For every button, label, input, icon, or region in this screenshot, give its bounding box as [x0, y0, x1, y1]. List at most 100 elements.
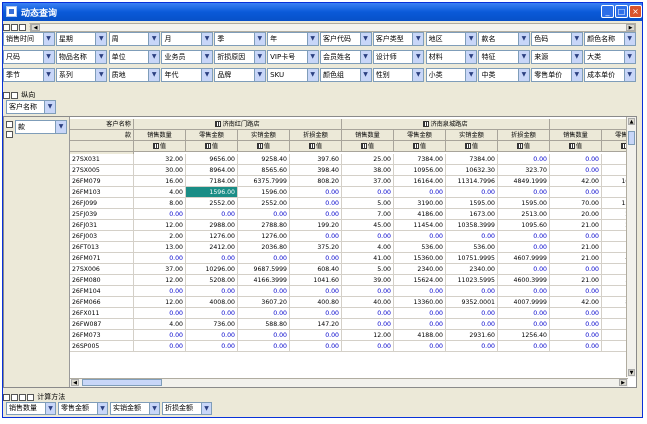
- data-cell[interactable]: 5.00: [342, 264, 394, 275]
- data-cell[interactable]: 1095.60: [498, 220, 550, 231]
- row-header[interactable]: 26FM066: [70, 297, 134, 308]
- data-cell[interactable]: 0.00: [498, 187, 550, 198]
- data-cell[interactable]: 4.00: [342, 242, 394, 253]
- data-cell[interactable]: 0.00: [498, 341, 550, 352]
- data-cell[interactable]: 20.00: [550, 209, 602, 220]
- data-cell[interactable]: 1596.00: [238, 187, 290, 198]
- data-cell[interactable]: 42.00: [550, 297, 602, 308]
- row-header[interactable]: 27SX006: [70, 264, 134, 275]
- filter-select[interactable]: 质地 ▼: [108, 68, 161, 82]
- filter-select[interactable]: 季 ▼: [214, 32, 266, 46]
- data-cell[interactable]: 1041.60: [290, 275, 342, 286]
- filter-select[interactable]: 尺码 ▼: [3, 50, 55, 64]
- row-header[interactable]: 26FM079: [70, 176, 134, 187]
- data-cell[interactable]: 0.00: [550, 264, 602, 275]
- scroll-left-icon[interactable]: ◀: [31, 24, 40, 31]
- expand-icon[interactable]: [11, 393, 18, 401]
- expand-icon[interactable]: [11, 91, 18, 99]
- data-cell[interactable]: 21.00: [550, 253, 602, 264]
- scroll-right-icon[interactable]: ▶: [626, 24, 635, 31]
- filter-select[interactable]: 大类 ▼: [584, 50, 636, 64]
- data-cell[interactable]: 0.00: [238, 253, 290, 264]
- filter-select[interactable]: 性别 ▼: [372, 68, 425, 82]
- range-scrollbar[interactable]: [30, 23, 636, 32]
- barcode-icon[interactable]: [204, 143, 211, 149]
- scroll-left-icon[interactable]: ◀: [71, 379, 79, 386]
- data-cell[interactable]: 3190.00: [394, 198, 446, 209]
- data-cell[interactable]: 0.00: [550, 341, 602, 352]
- expand-icon[interactable]: [11, 23, 18, 31]
- data-cell[interactable]: 16.00: [134, 176, 186, 187]
- barcode-icon[interactable]: [308, 143, 315, 149]
- data-cell[interactable]: 21.00: [550, 242, 602, 253]
- data-cell[interactable]: 0.00: [394, 231, 446, 242]
- data-cell[interactable]: 2931.60: [446, 330, 498, 341]
- data-cell[interactable]: 9687.5999: [238, 264, 290, 275]
- row-header[interactable]: 26FM103: [70, 187, 134, 198]
- data-cell[interactable]: 4186.00: [394, 209, 446, 220]
- data-cell[interactable]: 4.00: [134, 319, 186, 330]
- collapse-icon[interactable]: [3, 393, 10, 401]
- data-cell[interactable]: 4849.1999: [498, 176, 550, 187]
- row-header[interactable]: 26FJ099: [70, 198, 134, 209]
- calc-method-select[interactable]: 零售金额 ▼: [58, 402, 108, 415]
- data-cell[interactable]: 0.00: [186, 286, 238, 297]
- data-cell[interactable]: 0.00: [134, 341, 186, 352]
- data-cell[interactable]: 0.00: [498, 154, 550, 165]
- data-cell[interactable]: 147.20: [290, 319, 342, 330]
- data-cell[interactable]: 0.00: [498, 319, 550, 330]
- data-cell[interactable]: 42.00: [550, 176, 602, 187]
- data-cell[interactable]: 0.00: [186, 341, 238, 352]
- data-cell[interactable]: 0.00: [290, 341, 342, 352]
- data-cell[interactable]: 10632.30: [446, 165, 498, 176]
- data-cell[interactable]: 6375.7999: [238, 176, 290, 187]
- maximize-button[interactable]: □: [615, 5, 628, 18]
- calc-method-select[interactable]: 折损金额 ▼: [162, 402, 212, 415]
- data-cell[interactable]: 30.00: [134, 165, 186, 176]
- row-header[interactable]: 26FM073: [70, 330, 134, 341]
- data-cell[interactable]: 0.00: [394, 286, 446, 297]
- data-cell[interactable]: 8.00: [134, 198, 186, 209]
- data-cell[interactable]: 0.00: [394, 319, 446, 330]
- vertical-scrollbar[interactable]: ▲ ▼: [626, 117, 636, 377]
- row-header[interactable]: 26FT013: [70, 242, 134, 253]
- data-cell[interactable]: 736.00: [186, 319, 238, 330]
- data-cell[interactable]: 0.00: [550, 231, 602, 242]
- filter-select[interactable]: 款名 ▼: [478, 32, 530, 46]
- data-cell[interactable]: 808.20: [290, 176, 342, 187]
- data-cell[interactable]: 2988.00: [186, 220, 238, 231]
- barcode-icon[interactable]: [464, 143, 471, 149]
- data-cell[interactable]: 0.00: [238, 308, 290, 319]
- data-cell[interactable]: 0.00: [290, 231, 342, 242]
- barcode-icon[interactable]: [568, 143, 575, 149]
- barcode-icon[interactable]: [423, 121, 430, 127]
- data-cell[interactable]: 8964.00: [186, 165, 238, 176]
- data-cell[interactable]: 12.00: [134, 220, 186, 231]
- data-cell[interactable]: 0.00: [290, 308, 342, 319]
- vertical-dimension-select[interactable]: 客户名称 ▼: [6, 100, 56, 114]
- data-cell[interactable]: 1256.40: [498, 330, 550, 341]
- data-cell[interactable]: 0.00: [550, 154, 602, 165]
- data-cell[interactable]: 400.80: [290, 297, 342, 308]
- data-cell[interactable]: 1595.00: [446, 198, 498, 209]
- data-cell[interactable]: 8565.60: [238, 165, 290, 176]
- data-cell[interactable]: 5208.00: [186, 275, 238, 286]
- data-cell[interactable]: 0.00: [290, 253, 342, 264]
- data-cell[interactable]: 2340.00: [446, 264, 498, 275]
- data-cell[interactable]: 7384.00: [446, 154, 498, 165]
- data-cell[interactable]: 0.00: [342, 308, 394, 319]
- value-header[interactable]: 值: [186, 141, 238, 152]
- data-cell[interactable]: 588.80: [238, 319, 290, 330]
- store-header[interactable]: 北京东安商场: [550, 119, 636, 130]
- row-header[interactable]: 26FM104: [70, 286, 134, 297]
- data-cell[interactable]: 0.00: [446, 286, 498, 297]
- data-cell[interactable]: 2788.80: [238, 220, 290, 231]
- filter-select[interactable]: 月 ▼: [161, 32, 214, 46]
- barcode-icon[interactable]: [152, 143, 159, 149]
- filter-select[interactable]: 色码 ▼: [531, 32, 583, 46]
- calc-method-select[interactable]: 销售数量 ▼: [6, 402, 56, 415]
- filter-select[interactable]: 星期 ▼: [55, 32, 108, 46]
- data-cell[interactable]: 10956.00: [394, 165, 446, 176]
- data-cell[interactable]: 7384.00: [394, 154, 446, 165]
- filter-select[interactable]: 品牌 ▼: [214, 68, 266, 82]
